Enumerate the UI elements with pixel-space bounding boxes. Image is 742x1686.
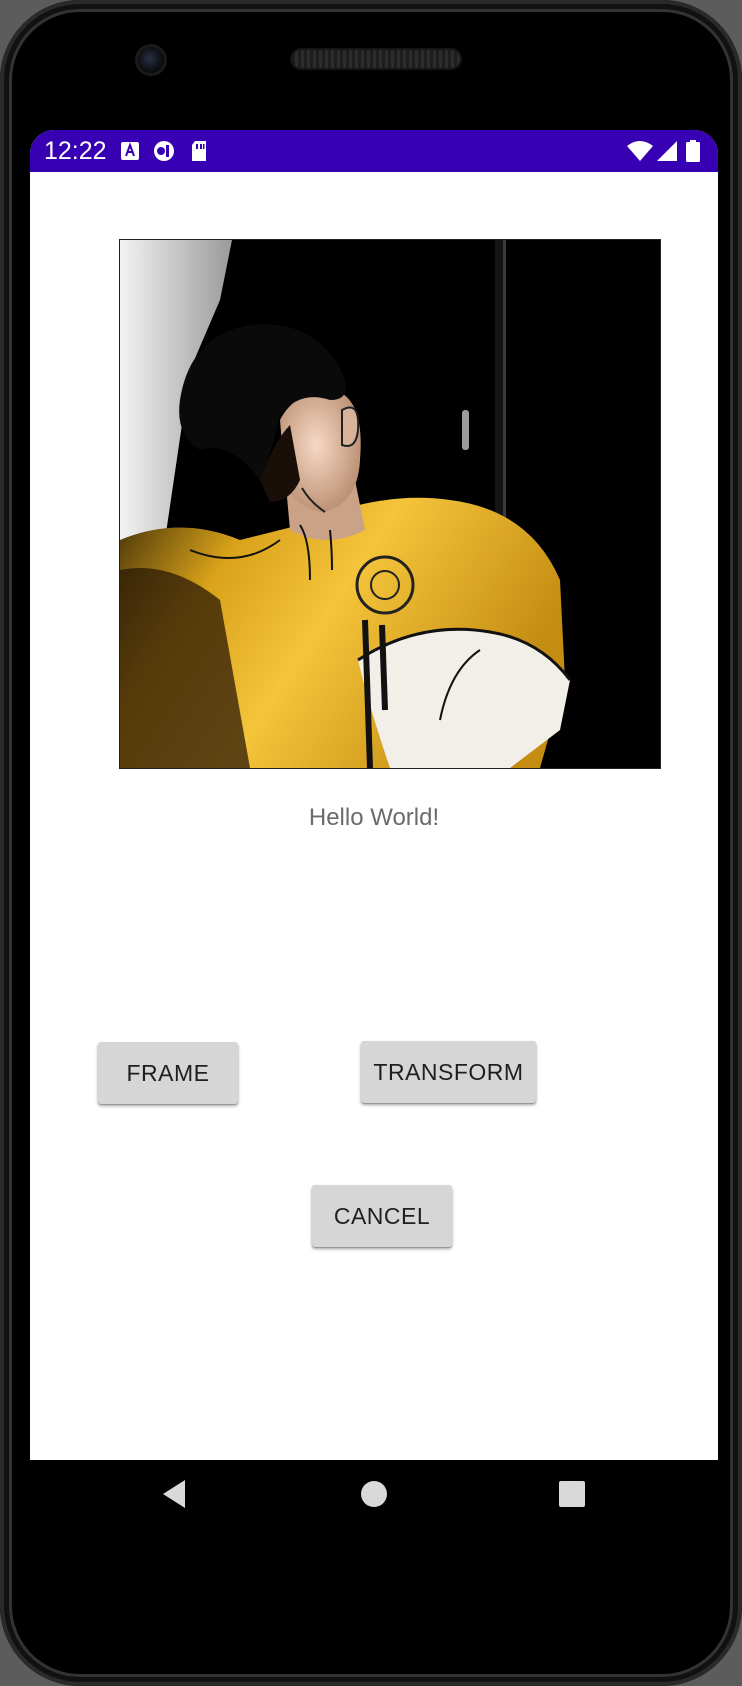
frame-button[interactable]: FRAME	[98, 1042, 238, 1104]
earpiece-speaker	[292, 50, 460, 68]
phone-screen: 12:22 Hello World! FRAME TRANSFORM CANCE…	[30, 130, 718, 1460]
tracking-icon	[154, 141, 174, 161]
navigation-bar	[0, 1460, 742, 1540]
status-time: 12:22	[44, 137, 107, 165]
recents-icon[interactable]	[552, 1474, 592, 1514]
phone-device-frame: 12:22 Hello World! FRAME TRANSFORM CANCE…	[0, 0, 742, 1686]
hello-text: Hello World!	[308, 804, 440, 831]
cartoon-filtered-photo	[119, 239, 661, 769]
front-camera	[138, 47, 164, 73]
back-icon[interactable]	[155, 1474, 195, 1514]
home-icon[interactable]	[354, 1474, 394, 1514]
cancel-button[interactable]: CANCEL	[312, 1185, 452, 1247]
photo-illustration	[120, 240, 660, 768]
keyboard-a-icon	[121, 142, 139, 160]
transform-button[interactable]: TRANSFORM	[361, 1041, 536, 1103]
sd-card-icon	[192, 141, 206, 161]
wifi-icon	[627, 141, 653, 161]
status-bar: 12:22	[30, 130, 718, 172]
app-content: Hello World! FRAME TRANSFORM CANCEL	[30, 172, 718, 1460]
cellular-signal-icon	[657, 141, 677, 161]
battery-icon	[686, 140, 700, 162]
